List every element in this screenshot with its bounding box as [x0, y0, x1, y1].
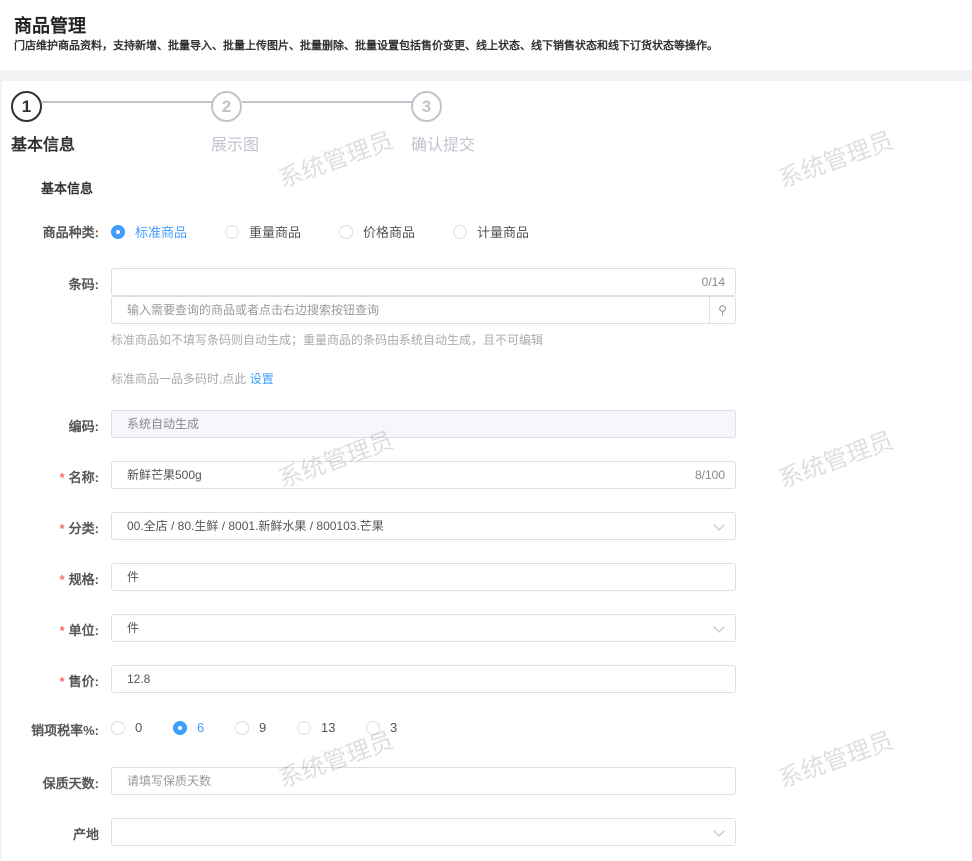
- unit-label: * 单位:: [59, 623, 99, 638]
- radio-tax-9[interactable]: 9: [235, 720, 266, 735]
- radio-tax-0[interactable]: 0: [111, 720, 142, 735]
- radio-label: 价格商品: [363, 225, 416, 240]
- code-input: 系统自动生成: [111, 410, 736, 438]
- barcode-label: 条码:: [68, 277, 99, 292]
- radio-tax-13[interactable]: 13: [297, 720, 335, 735]
- name-value: 新鲜芒果500g: [127, 468, 202, 482]
- type-label: 商品种类:: [42, 225, 99, 240]
- step-3-label: 确认提交: [411, 137, 476, 154]
- name-counter: 8/100: [694, 468, 725, 482]
- category-value: 00.全店 / 80.生鲜 / 8001.新鲜水果 / 800103.芒果: [127, 519, 384, 533]
- radio-label: 重量商品: [249, 225, 302, 240]
- spec-input[interactable]: 件: [111, 563, 736, 591]
- spec-value: 件: [127, 570, 140, 584]
- shelf-life-placeholder: 请填写保质天数: [127, 774, 212, 788]
- step-2-circle: 2: [211, 91, 242, 122]
- search-icon[interactable]: ⚲: [709, 297, 735, 323]
- price-label: * 售价:: [59, 674, 99, 689]
- barcode-counter: 0/14: [701, 275, 725, 289]
- radio-price[interactable]: 价格商品: [339, 222, 415, 241]
- step-1-circle: 1: [11, 91, 42, 122]
- page-description: 门店维护商品资料，支持新增、批量导入、批量上传图片、批量删除、批量设置包括售价变…: [14, 40, 718, 52]
- origin-label: 产地: [72, 827, 99, 842]
- price-input[interactable]: 12.8: [111, 665, 736, 693]
- page-header: 商品管理 门店维护商品资料，支持新增、批量导入、批量上传图片、批量删除、批量设置…: [0, 0, 972, 70]
- radio-tax-6[interactable]: 6: [173, 720, 204, 735]
- origin-select[interactable]: [111, 818, 736, 846]
- step-1-label: 基本信息: [11, 137, 76, 154]
- multi-barcode-settings-link[interactable]: 设置: [250, 372, 274, 386]
- unit-value: 件: [127, 621, 140, 635]
- step-3-circle: 3: [411, 91, 442, 122]
- radio-label: 计量商品: [477, 225, 530, 240]
- page-title: 商品管理: [14, 16, 86, 36]
- chevron-down-icon: [713, 825, 725, 837]
- category-label: * 分类:: [59, 521, 99, 536]
- multi-barcode-text: 标准商品一品多码时,点此: [111, 372, 247, 386]
- code-placeholder: 系统自动生成: [127, 417, 200, 431]
- radio-label: 3: [390, 720, 398, 735]
- name-label: * 名称:: [59, 470, 99, 485]
- chevron-down-icon: [713, 519, 725, 531]
- radio-metered[interactable]: 计量商品: [453, 222, 529, 241]
- step-2-label: 展示图: [211, 137, 260, 154]
- radio-weight[interactable]: 重量商品: [225, 222, 301, 241]
- shelf-life-input[interactable]: 请填写保质天数: [111, 767, 736, 795]
- code-label: 编码:: [68, 419, 99, 434]
- barcode-help: 标准商品如不填写条码则自动生成；重量商品的条码由系统自动生成，且不可编辑: [111, 333, 544, 347]
- radio-label: 6: [197, 720, 205, 735]
- category-select[interactable]: 00.全店 / 80.生鲜 / 8001.新鲜水果 / 800103.芒果: [111, 512, 736, 540]
- unit-select[interactable]: 件: [111, 614, 736, 642]
- barcode-search-input[interactable]: 输入需要查询的商品或者点击右边搜索按钮查询 ⚲: [111, 296, 736, 324]
- spec-label: * 规格:: [59, 572, 99, 587]
- radio-standard[interactable]: 标准商品: [111, 222, 187, 241]
- barcode-input[interactable]: 0/14: [111, 268, 736, 296]
- price-value: 12.8: [127, 672, 151, 686]
- chevron-down-icon: [713, 621, 725, 633]
- shelf-life-label: 保质天数:: [42, 776, 99, 791]
- radio-label: 标准商品: [135, 225, 188, 240]
- radio-label: 0: [135, 720, 143, 735]
- radio-label: 9: [259, 720, 267, 735]
- tax-label: 销项税率%:: [31, 723, 99, 738]
- name-input[interactable]: 新鲜芒果500g 8/100: [111, 461, 736, 489]
- step-connector: [42, 101, 212, 103]
- step-connector: [242, 101, 412, 103]
- section-title: 基本信息: [41, 181, 94, 196]
- radio-tax-3[interactable]: 3: [366, 720, 397, 735]
- search-placeholder: 输入需要查询的商品或者点击右边搜索按钮查询: [127, 303, 380, 317]
- radio-label: 13: [321, 720, 336, 735]
